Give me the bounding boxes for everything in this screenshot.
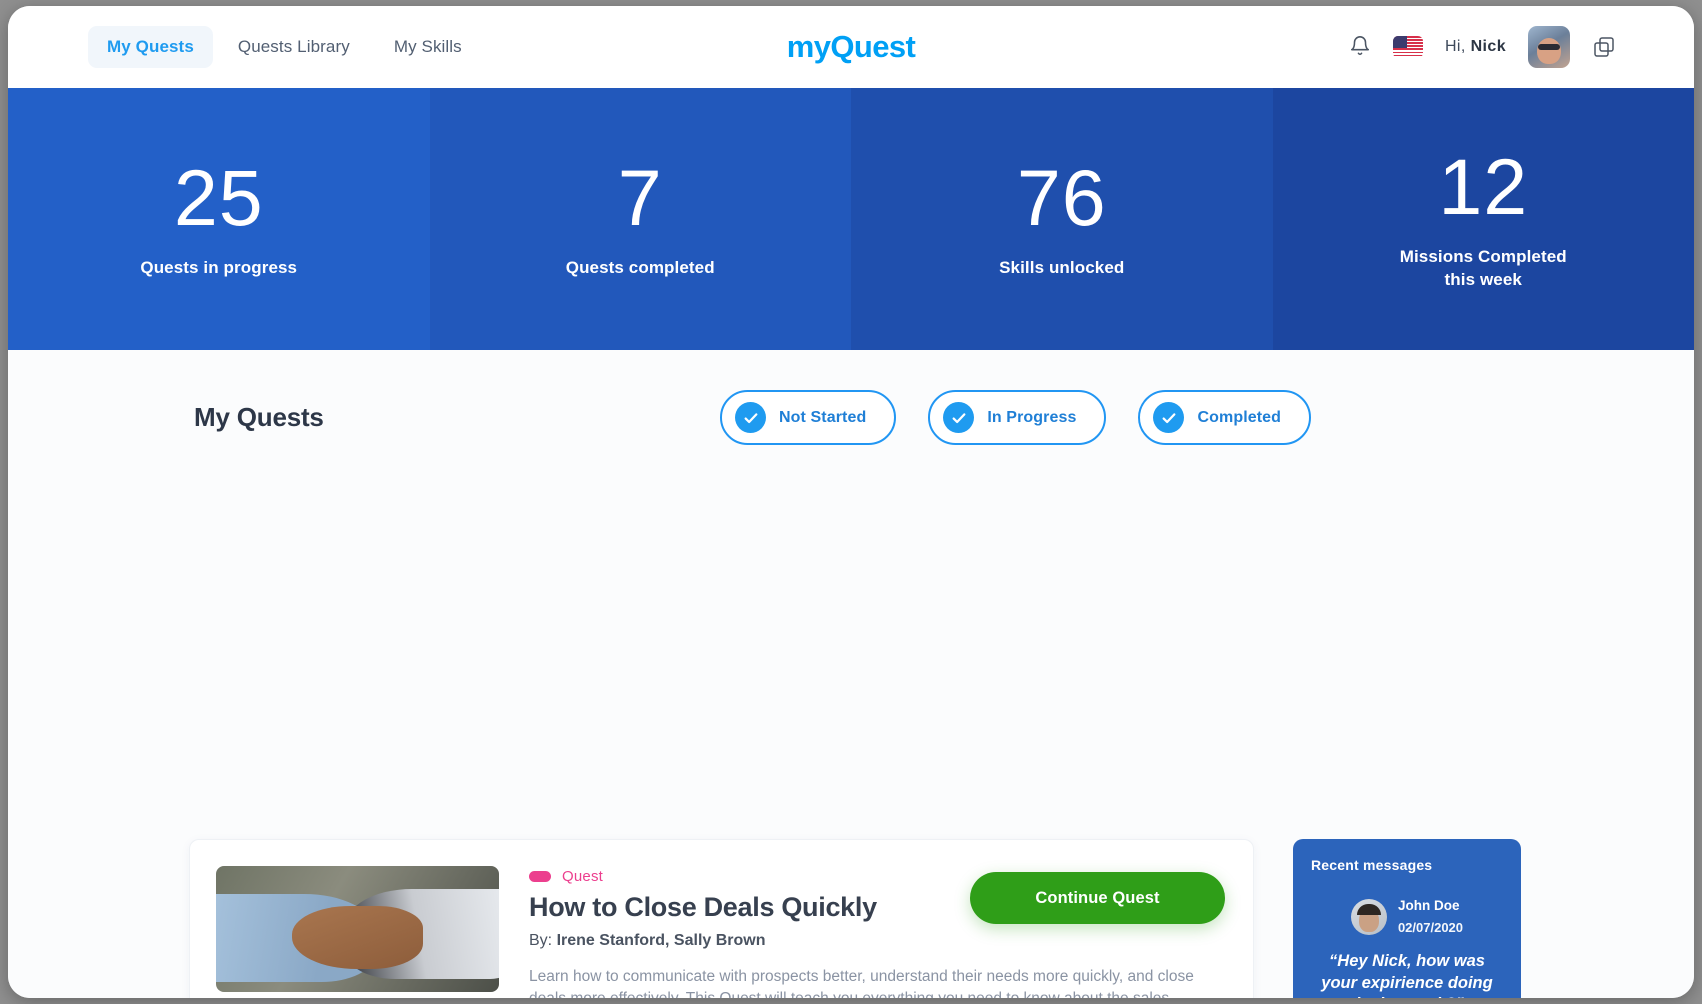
bell-icon[interactable] [1349, 35, 1371, 59]
status-filter-group: Not Started In Progress Completed [720, 390, 1312, 445]
quest-authors: By: Irene Stanford, Sally Brown [529, 932, 1225, 950]
nav-right-cluster: Hi, Nick [1349, 26, 1616, 68]
stats-banner: 25 Quests in progress 7 Quests completed… [8, 88, 1694, 350]
check-icon [1153, 402, 1185, 433]
windows-copy-icon[interactable] [1592, 35, 1616, 59]
stat-quests-in-progress: 25 Quests in progress [8, 88, 430, 350]
stat-label: Quests completed [565, 258, 715, 278]
user-greeting: Hi, Nick [1445, 38, 1506, 56]
stat-value: 12 [1438, 142, 1529, 232]
top-navigation-bar: My Quests Quests Library My Skills myQue… [8, 6, 1694, 88]
quest-list: Quest How to Close Deals Quickly By: Ire… [189, 839, 1254, 998]
logo-quest: Quest [830, 29, 916, 64]
filter-in-progress[interactable]: In Progress [928, 390, 1107, 445]
message-date: 02/07/2020 [1397, 919, 1464, 935]
stat-label: Quests in progress [140, 258, 298, 278]
continue-quest-button[interactable]: Continue Quest [970, 872, 1225, 924]
nav-item-my-quests[interactable]: My Quests [88, 26, 213, 68]
user-name: Nick [1470, 38, 1506, 55]
nav-label: My Quests [107, 37, 194, 56]
us-flag-icon[interactable] [1392, 36, 1423, 58]
check-icon [943, 402, 975, 433]
stat-quests-completed: 7 Quests completed [429, 88, 851, 350]
by-prefix: By: [529, 932, 553, 950]
user-avatar[interactable] [1528, 26, 1570, 68]
stat-label: Missions Completed this week [1399, 247, 1567, 289]
nav-item-quests-library[interactable]: Quests Library [219, 26, 369, 68]
author-names: Irene Stanford, Sally Brown [556, 932, 766, 950]
filter-label: Completed [1197, 408, 1282, 426]
myquest-logo[interactable]: myQuest [786, 29, 916, 65]
check-icon [735, 402, 766, 433]
stat-value: 7 [617, 153, 663, 243]
badge-pill-icon [529, 871, 551, 882]
message-author-name: John Doe [1397, 898, 1460, 913]
badge-label: Quest [562, 868, 604, 885]
page-title: My Quests [194, 402, 324, 432]
nav-label: My Skills [393, 37, 462, 56]
messages-title: Recent messages [1311, 857, 1433, 873]
primary-nav: My Quests Quests Library My Skills [88, 26, 481, 68]
quest-thumbnail-handshake [216, 866, 499, 992]
section-header: My Quests Not Started In Progress Comple… [8, 350, 1694, 445]
filter-completed[interactable]: Completed [1138, 390, 1312, 445]
main-content: My Quests Not Started In Progress Comple… [8, 350, 1694, 998]
message-text: “Hey Nick, how was your expirience doing… [1321, 952, 1493, 998]
app-window: My Quests Quests Library My Skills myQue… [8, 6, 1694, 998]
nav-label: Quests Library [237, 37, 350, 56]
nav-item-my-skills[interactable]: My Skills [375, 26, 481, 68]
stat-skills-unlocked: 76 Skills unlocked [851, 88, 1273, 350]
message-author: John Doe 02/07/2020 [1311, 895, 1503, 938]
stat-value: 76 [1016, 153, 1107, 243]
filter-not-started[interactable]: Not Started [720, 390, 897, 445]
stat-value: 25 [173, 153, 264, 243]
message-meta: John Doe 02/07/2020 [1398, 895, 1463, 938]
stat-missions-completed: 12 Missions Completed this week [1272, 88, 1694, 350]
stat-label: Skills unlocked [999, 258, 1125, 278]
quest-card-body: Quest How to Close Deals Quickly By: Ire… [529, 866, 1225, 998]
filter-label: Not Started [779, 408, 867, 426]
greeting-text: Hi, [1444, 38, 1466, 55]
filter-label: In Progress [987, 408, 1077, 426]
recent-messages-panel: Recent messages John Doe 02/07/2020 “Hey… [1293, 839, 1521, 998]
quest-description: Learn how to communicate with prospects … [529, 968, 1194, 998]
quest-card-header: Quest How to Close Deals Quickly By: Ire… [216, 866, 1225, 998]
quest-card[interactable]: Quest How to Close Deals Quickly By: Ire… [189, 839, 1254, 998]
avatar [1350, 898, 1387, 935]
logo-my: my [786, 29, 831, 64]
